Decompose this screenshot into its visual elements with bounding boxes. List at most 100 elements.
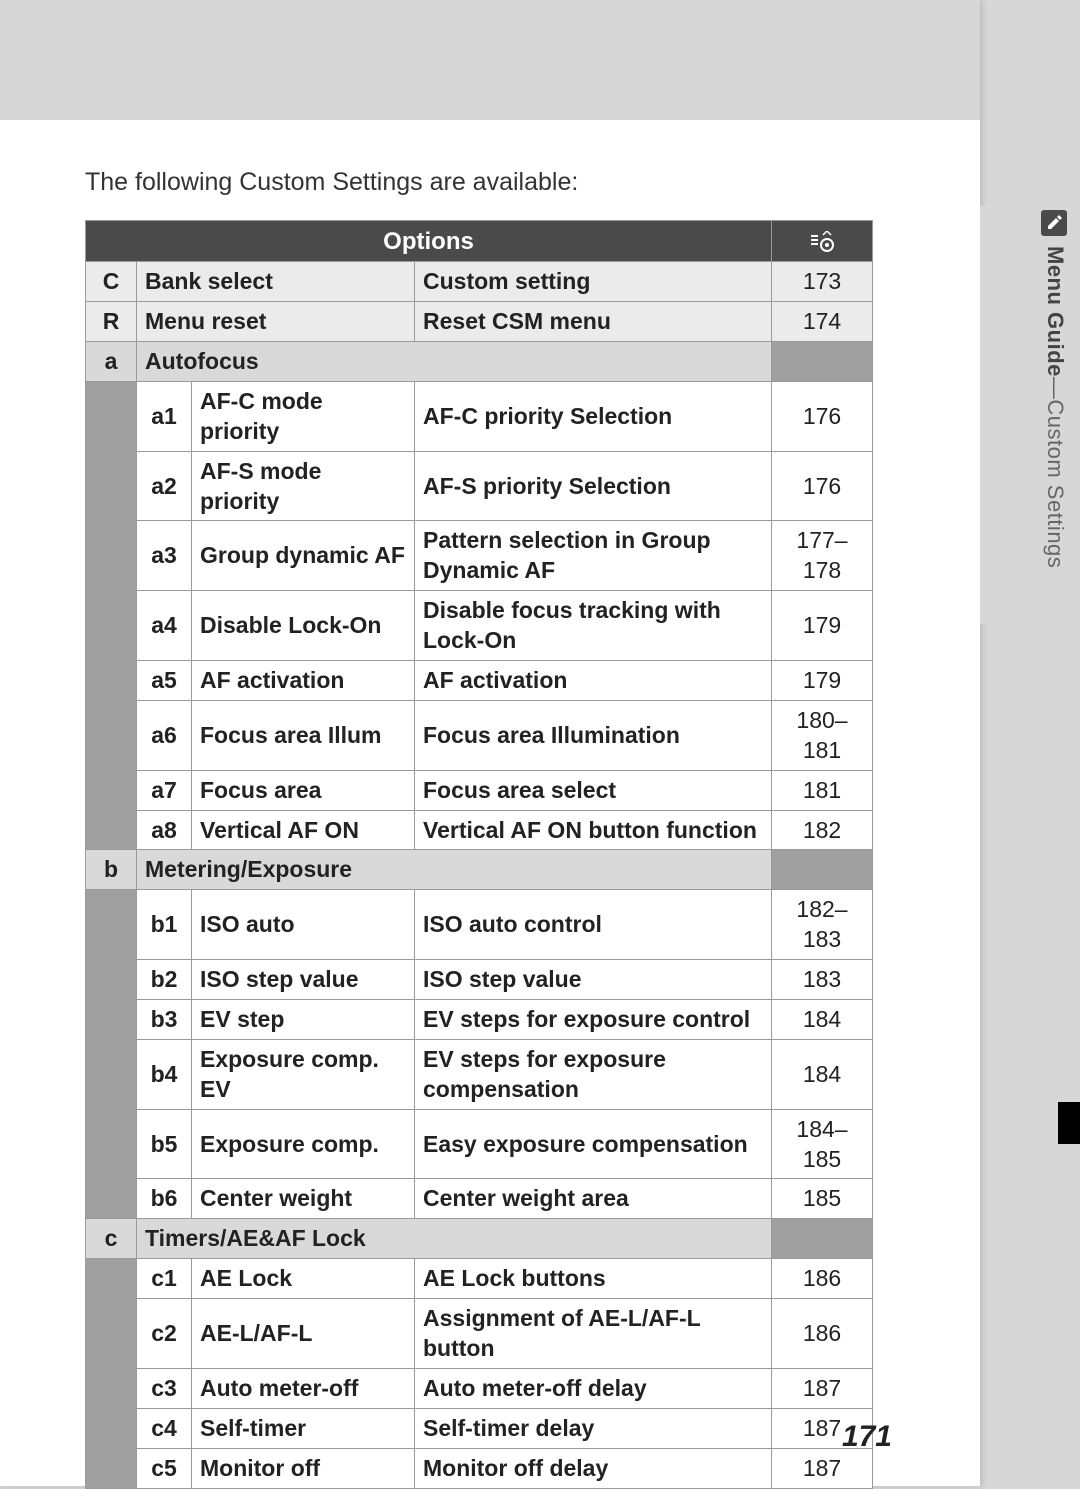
item-name: Self-timer — [192, 1408, 415, 1448]
page-number: 171 — [842, 1420, 892, 1454]
item-code: a1 — [137, 381, 192, 451]
pencil-icon — [1041, 210, 1067, 236]
item-name: Disable Lock-On — [192, 591, 415, 661]
desc-cell: Custom setting — [415, 262, 772, 302]
item-code: c4 — [137, 1408, 192, 1448]
item-code: c3 — [137, 1368, 192, 1408]
item-desc: ISO step value — [415, 960, 772, 1000]
name-cell: Bank select — [137, 262, 415, 302]
group-header-row: aAutofocus — [86, 341, 873, 381]
item-desc: AF-C priority Selection — [415, 381, 772, 451]
intro-text: The following Custom Settings are availa… — [85, 168, 578, 197]
group-label: Metering/Exposure — [137, 850, 772, 890]
item-code: c2 — [137, 1299, 192, 1369]
item-page: 179 — [772, 660, 873, 700]
table-row: c2AE-L/AF-LAssignment of AE-L/AF-L butto… — [86, 1299, 873, 1369]
item-page: 180–181 — [772, 700, 873, 770]
item-page: 179 — [772, 591, 873, 661]
item-desc: Self-timer delay — [415, 1408, 772, 1448]
item-page: 186 — [772, 1259, 873, 1299]
item-name: AE-L/AF-L — [192, 1299, 415, 1369]
item-name: Group dynamic AF — [192, 521, 415, 591]
side-tab-label: Menu Guide—Custom Settings — [1044, 246, 1068, 606]
table-row: a5AF activationAF activation179 — [86, 660, 873, 700]
item-name: AF-C mode priority — [192, 381, 415, 451]
item-page: 176 — [772, 451, 873, 521]
item-code: c1 — [137, 1259, 192, 1299]
item-desc: Disable focus tracking with Lock-On — [415, 591, 772, 661]
side-tab-section: Menu Guide — [1043, 246, 1068, 377]
group-spacer — [772, 1219, 873, 1259]
side-tab-sub: —Custom Settings — [1043, 377, 1068, 568]
item-desc: AF-S priority Selection — [415, 451, 772, 521]
name-cell: Menu reset — [137, 302, 415, 342]
group-header-row: bMetering/Exposure — [86, 850, 873, 890]
table-row: a1AF-C mode priorityAF-C priority Select… — [86, 381, 873, 451]
item-name: Monitor off — [192, 1448, 415, 1488]
item-code: b3 — [137, 1000, 192, 1040]
item-code: b4 — [137, 1039, 192, 1109]
table-row: a4Disable Lock-OnDisable focus tracking … — [86, 591, 873, 661]
item-page: 187 — [772, 1448, 873, 1488]
item-code: a5 — [137, 660, 192, 700]
item-desc: Pattern selection in Group Dynamic AF — [415, 521, 772, 591]
group-spacer — [772, 341, 873, 381]
item-name: Center weight — [192, 1179, 415, 1219]
item-code: a8 — [137, 810, 192, 850]
group-label: Timers/AE&AF Lock — [137, 1219, 772, 1259]
options-header: Options — [86, 221, 772, 262]
item-name: Focus area — [192, 770, 415, 810]
item-desc: Monitor off delay — [415, 1448, 772, 1488]
table-row: b5Exposure comp.Easy exposure compensati… — [86, 1109, 873, 1179]
table-row: a3Group dynamic AFPattern selection in G… — [86, 521, 873, 591]
item-code: b2 — [137, 960, 192, 1000]
table-row: c4Self-timerSelf-timer delay187 — [86, 1408, 873, 1448]
table-row: RMenu resetReset CSM menu174 — [86, 302, 873, 342]
item-desc: Focus area select — [415, 770, 772, 810]
group-label: Autofocus — [137, 341, 772, 381]
item-code: c5 — [137, 1448, 192, 1488]
item-code: a7 — [137, 770, 192, 810]
page-cell: 173 — [772, 262, 873, 302]
table-row: b1ISO autoISO auto control182–183 — [86, 890, 873, 960]
table-row: c1AE LockAE Lock buttons186 — [86, 1259, 873, 1299]
item-name: Exposure comp. — [192, 1109, 415, 1179]
item-page: 186 — [772, 1299, 873, 1369]
item-desc: Assignment of AE-L/AF-L button — [415, 1299, 772, 1369]
item-page: 176 — [772, 381, 873, 451]
table-row: a2AF-S mode priorityAF-S priority Select… — [86, 451, 873, 521]
table-row: b4Exposure comp. EVEV steps for exposure… — [86, 1039, 873, 1109]
item-desc: Auto meter-off delay — [415, 1368, 772, 1408]
group-code: a — [86, 341, 137, 381]
item-desc: ISO auto control — [415, 890, 772, 960]
item-name: Focus area Illum — [192, 700, 415, 770]
item-name: Exposure comp. EV — [192, 1039, 415, 1109]
side-tab: Menu Guide—Custom Settings — [980, 206, 1080, 624]
item-name: Auto meter-off — [192, 1368, 415, 1408]
item-desc: AE Lock buttons — [415, 1259, 772, 1299]
item-code: b5 — [137, 1109, 192, 1179]
item-page: 187 — [772, 1368, 873, 1408]
group-code: c — [86, 1219, 137, 1259]
item-page: 184 — [772, 1000, 873, 1040]
header-band — [0, 0, 980, 120]
table-header: Options — [86, 221, 873, 262]
item-page: 182 — [772, 810, 873, 850]
thumb-index-notch — [1058, 1102, 1080, 1144]
item-code: a6 — [137, 700, 192, 770]
item-desc: Center weight area — [415, 1179, 772, 1219]
item-name: AF activation — [192, 660, 415, 700]
item-desc: AF activation — [415, 660, 772, 700]
desc-cell: Reset CSM menu — [415, 302, 772, 342]
table-row: b6Center weightCenter weight area185 — [86, 1179, 873, 1219]
item-desc: Focus area Illumination — [415, 700, 772, 770]
manual-page: The following Custom Settings are availa… — [0, 0, 980, 1486]
item-name: ISO step value — [192, 960, 415, 1000]
item-page: 183 — [772, 960, 873, 1000]
table-row: CBank selectCustom setting173 — [86, 262, 873, 302]
group-gutter — [86, 890, 137, 1219]
item-name: Vertical AF ON — [192, 810, 415, 850]
group-header-row: cTimers/AE&AF Lock — [86, 1219, 873, 1259]
item-name: AF-S mode priority — [192, 451, 415, 521]
item-code: a3 — [137, 521, 192, 591]
